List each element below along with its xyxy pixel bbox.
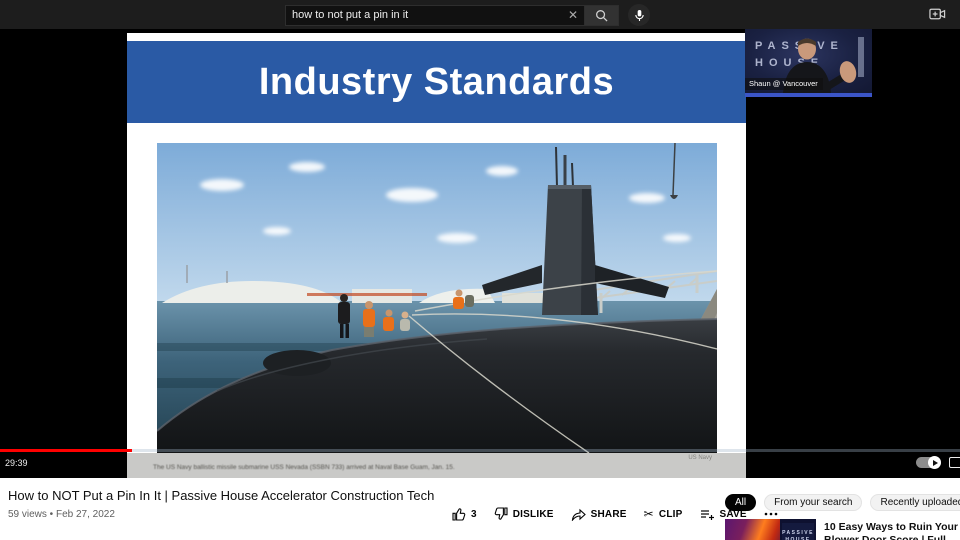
mic-icon [634, 9, 645, 22]
playlist-add-icon [700, 508, 715, 521]
search-box: ✕ [285, 5, 585, 26]
filter-chip-bar: All From your search Recently uploaded › [725, 494, 960, 511]
more-icon [764, 512, 778, 516]
submarine-photo [157, 143, 717, 453]
photo-credit: US Navy [688, 455, 712, 461]
share-icon [571, 508, 586, 521]
autoplay-play-icon [928, 456, 941, 469]
youtube-app: ✕ [0, 0, 960, 540]
video-title: How to NOT Put a Pin In It | Passive Hou… [8, 488, 434, 503]
thumb-up-icon [452, 507, 466, 521]
subtitles-icon[interactable] [949, 457, 960, 468]
slide-header: Industry Standards [127, 41, 746, 123]
presenter-webcam: PASSIVE HOUSE Shaun @ Vancouver [745, 29, 872, 97]
thermal-image [725, 519, 780, 540]
progress-fill [0, 449, 132, 452]
presenter-name-label: Shaun @ Vancouver [745, 78, 823, 90]
slide-caption-strip: US Navy The US Navy ballistic missile su… [127, 453, 746, 478]
like-count: 3 [471, 509, 477, 520]
recommended-thumbnail: PASSIVE HOUSE LIVE [725, 519, 816, 540]
recommended-title: 10 Easy Ways to Ruin Your Blower Door Sc… [824, 519, 960, 540]
chip-all[interactable]: All [725, 494, 756, 511]
webcam-blue-bar [745, 93, 872, 97]
share-button[interactable]: SHARE [571, 508, 627, 521]
thumb-down-icon [494, 507, 508, 521]
photo-caption: The US Navy ballistic missile submarine … [153, 464, 455, 471]
below-player-info: How to NOT Put a Pin In It | Passive Hou… [0, 478, 960, 540]
recommended-video[interactable]: PASSIVE HOUSE LIVE 10 Easy Ways to Ruin … [725, 519, 960, 540]
current-time: 29:39 [5, 458, 28, 468]
passive-house-live-logo: PASSIVE HOUSE LIVE [782, 523, 814, 540]
autoplay-toggle[interactable] [916, 457, 941, 468]
clear-search-icon[interactable]: ✕ [568, 9, 578, 21]
search-input[interactable] [292, 9, 568, 21]
presentation-slide: Industry Standards [127, 33, 746, 478]
clip-button[interactable]: ✂ CLIP [644, 507, 683, 521]
submarine-photo-art [157, 143, 717, 453]
slide-title: Industry Standards [259, 61, 614, 104]
search-icon [595, 9, 608, 22]
video-meta: 59 views • Feb 27, 2022 [8, 509, 115, 520]
create-video-button[interactable] [929, 7, 946, 24]
scissors-icon: ✂ [644, 507, 654, 521]
chip-recently-uploaded[interactable]: Recently uploaded [870, 494, 960, 511]
clip-label: CLIP [659, 509, 683, 520]
search-button[interactable] [585, 5, 619, 26]
player-controls-right [916, 457, 958, 468]
video-player[interactable]: Industry Standards [0, 29, 960, 478]
chip-from-your-search[interactable]: From your search [764, 494, 862, 511]
more-actions-button[interactable] [764, 512, 778, 516]
search-area: ✕ [285, 4, 650, 26]
share-label: SHARE [591, 509, 627, 520]
create-video-icon [929, 7, 946, 21]
dislike-button[interactable]: DISLIKE [494, 507, 554, 521]
webcam-video: PASSIVE HOUSE Shaun @ Vancouver [745, 29, 872, 93]
top-bar: ✕ [0, 0, 960, 29]
mic-button[interactable] [628, 4, 650, 26]
like-button[interactable]: 3 [452, 507, 477, 521]
progress-bar[interactable] [0, 449, 960, 452]
dislike-label: DISLIKE [513, 509, 554, 520]
